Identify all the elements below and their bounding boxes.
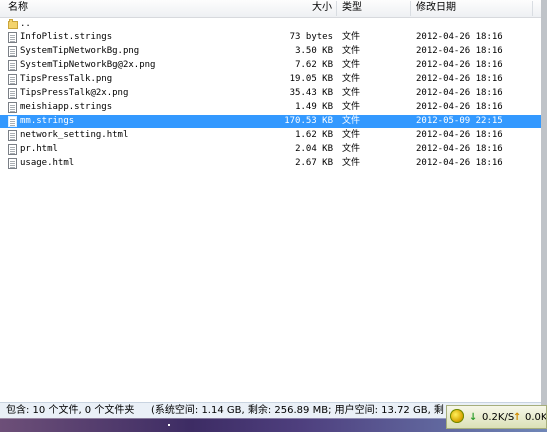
- file-type: 文件: [342, 32, 361, 42]
- file-type: 文件: [342, 130, 361, 140]
- network-monitor-tray[interactable]: ↓ 0.2K/S ↑ 0.0K: [446, 405, 547, 429]
- parent-directory-row[interactable]: ..: [0, 18, 541, 31]
- file-browser-window: 名称 大小 类型 修改日期 .. InfoPlist.strings 73 by…: [0, 0, 542, 419]
- file-name: network_setting.html: [20, 130, 129, 140]
- file-icon: [8, 130, 17, 141]
- file-name: SystemTipNetworkBg@2x.png: [20, 60, 156, 70]
- file-name: meishiapp.strings: [20, 102, 113, 112]
- file-icon: [8, 144, 17, 155]
- file-modified: 2012-04-26 18:16: [416, 46, 503, 56]
- file-row[interactable]: usage.html 2.67 KB 文件 2012-04-26 18:16: [0, 157, 541, 170]
- file-modified: 2012-04-26 18:16: [416, 130, 503, 140]
- file-row[interactable]: TipsPressTalk@2x.png 35.43 KB 文件 2012-04…: [0, 87, 541, 100]
- file-name: pr.html: [20, 144, 58, 154]
- file-name: InfoPlist.strings: [20, 32, 113, 42]
- file-size: 2.04 KB: [295, 144, 333, 154]
- file-modified: 2012-04-26 18:16: [416, 60, 503, 70]
- file-type: 文件: [342, 46, 361, 56]
- file-modified: 2012-04-26 18:16: [416, 144, 503, 154]
- file-type: 文件: [342, 88, 361, 98]
- file-row[interactable]: InfoPlist.strings 73 bytes 文件 2012-04-26…: [0, 31, 541, 44]
- window-right-edge: [541, 0, 547, 418]
- status-contents: 包含: 10 个文件, 0 个文件夹: [6, 405, 135, 416]
- file-icon: [8, 102, 17, 113]
- file-type: 文件: [342, 116, 361, 126]
- file-name: TipsPressTalk.png: [20, 74, 113, 84]
- file-size: 1.62 KB: [295, 130, 333, 140]
- file-size: 73 bytes: [289, 32, 333, 42]
- file-icon: [8, 158, 17, 169]
- file-name: mm.strings: [20, 116, 75, 126]
- file-size: 19.05 KB: [289, 74, 333, 84]
- column-divider[interactable]: [410, 1, 411, 16]
- file-modified: 2012-04-26 18:16: [416, 88, 503, 98]
- column-type-header[interactable]: 类型: [342, 2, 362, 14]
- file-row[interactable]: meishiapp.strings 1.49 KB 文件 2012-04-26 …: [0, 101, 541, 114]
- file-icon: [8, 74, 17, 85]
- selected-file-row[interactable]: mm.strings 170.53 KB 文件 2012-05-09 22:15: [0, 115, 541, 128]
- file-modified: 2012-05-09 22:15: [416, 116, 503, 126]
- column-divider[interactable]: [336, 1, 337, 16]
- file-modified: 2012-04-26 18:16: [416, 158, 503, 168]
- file-icon: [8, 116, 17, 127]
- file-size: 170.53 KB: [284, 116, 333, 126]
- file-row[interactable]: SystemTipNetworkBg@2x.png 7.62 KB 文件 201…: [0, 59, 541, 72]
- file-icon: [8, 46, 17, 57]
- file-size: 35.43 KB: [289, 88, 333, 98]
- file-row[interactable]: SystemTipNetworkBg.png 3.50 KB 文件 2012-0…: [0, 45, 541, 58]
- download-speed: 0.2K/S: [482, 412, 515, 423]
- column-name-header[interactable]: 名称: [8, 2, 28, 14]
- file-modified: 2012-04-26 18:16: [416, 32, 503, 42]
- file-type: 文件: [342, 158, 361, 168]
- file-name: SystemTipNetworkBg.png: [20, 46, 140, 56]
- download-arrow-icon: ↓: [469, 412, 478, 423]
- file-modified: 2012-04-26 18:16: [416, 74, 503, 84]
- file-name: TipsPressTalk@2x.png: [20, 88, 129, 98]
- network-monitor-icon[interactable]: [450, 409, 464, 423]
- file-row[interactable]: network_setting.html 1.62 KB 文件 2012-04-…: [0, 129, 541, 142]
- parent-directory-label: ..: [20, 19, 31, 29]
- file-modified: 2012-04-26 18:16: [416, 102, 503, 112]
- file-size: 3.50 KB: [295, 46, 333, 56]
- column-divider[interactable]: [532, 1, 533, 16]
- folder-icon: [8, 19, 18, 29]
- file-type: 文件: [342, 60, 361, 70]
- upload-speed: 0.0K: [525, 412, 547, 423]
- file-list: .. InfoPlist.strings 73 bytes 文件 2012-04…: [0, 18, 541, 402]
- file-type: 文件: [342, 74, 361, 84]
- file-name: usage.html: [20, 158, 75, 168]
- file-size: 7.62 KB: [295, 60, 333, 70]
- status-space-info: (系统空间: 1.14 GB, 剩余: 256.89 MB; 用户空间: 13.…: [151, 405, 444, 416]
- file-type: 文件: [342, 102, 361, 112]
- file-list-header: 名称 大小 类型 修改日期: [0, 0, 541, 18]
- file-icon: [8, 88, 17, 99]
- file-icon: [8, 60, 17, 71]
- file-type: 文件: [342, 144, 361, 154]
- column-size-header[interactable]: 大小: [312, 2, 332, 14]
- column-modified-header[interactable]: 修改日期: [416, 2, 456, 14]
- file-size: 1.49 KB: [295, 102, 333, 112]
- file-icon: [8, 32, 17, 43]
- file-row[interactable]: pr.html 2.04 KB 文件 2012-04-26 18:16: [0, 143, 541, 156]
- file-row[interactable]: TipsPressTalk.png 19.05 KB 文件 2012-04-26…: [0, 73, 541, 86]
- taskbar-marker: [168, 424, 170, 426]
- file-size: 2.67 KB: [295, 158, 333, 168]
- upload-arrow-icon: ↑: [513, 412, 522, 423]
